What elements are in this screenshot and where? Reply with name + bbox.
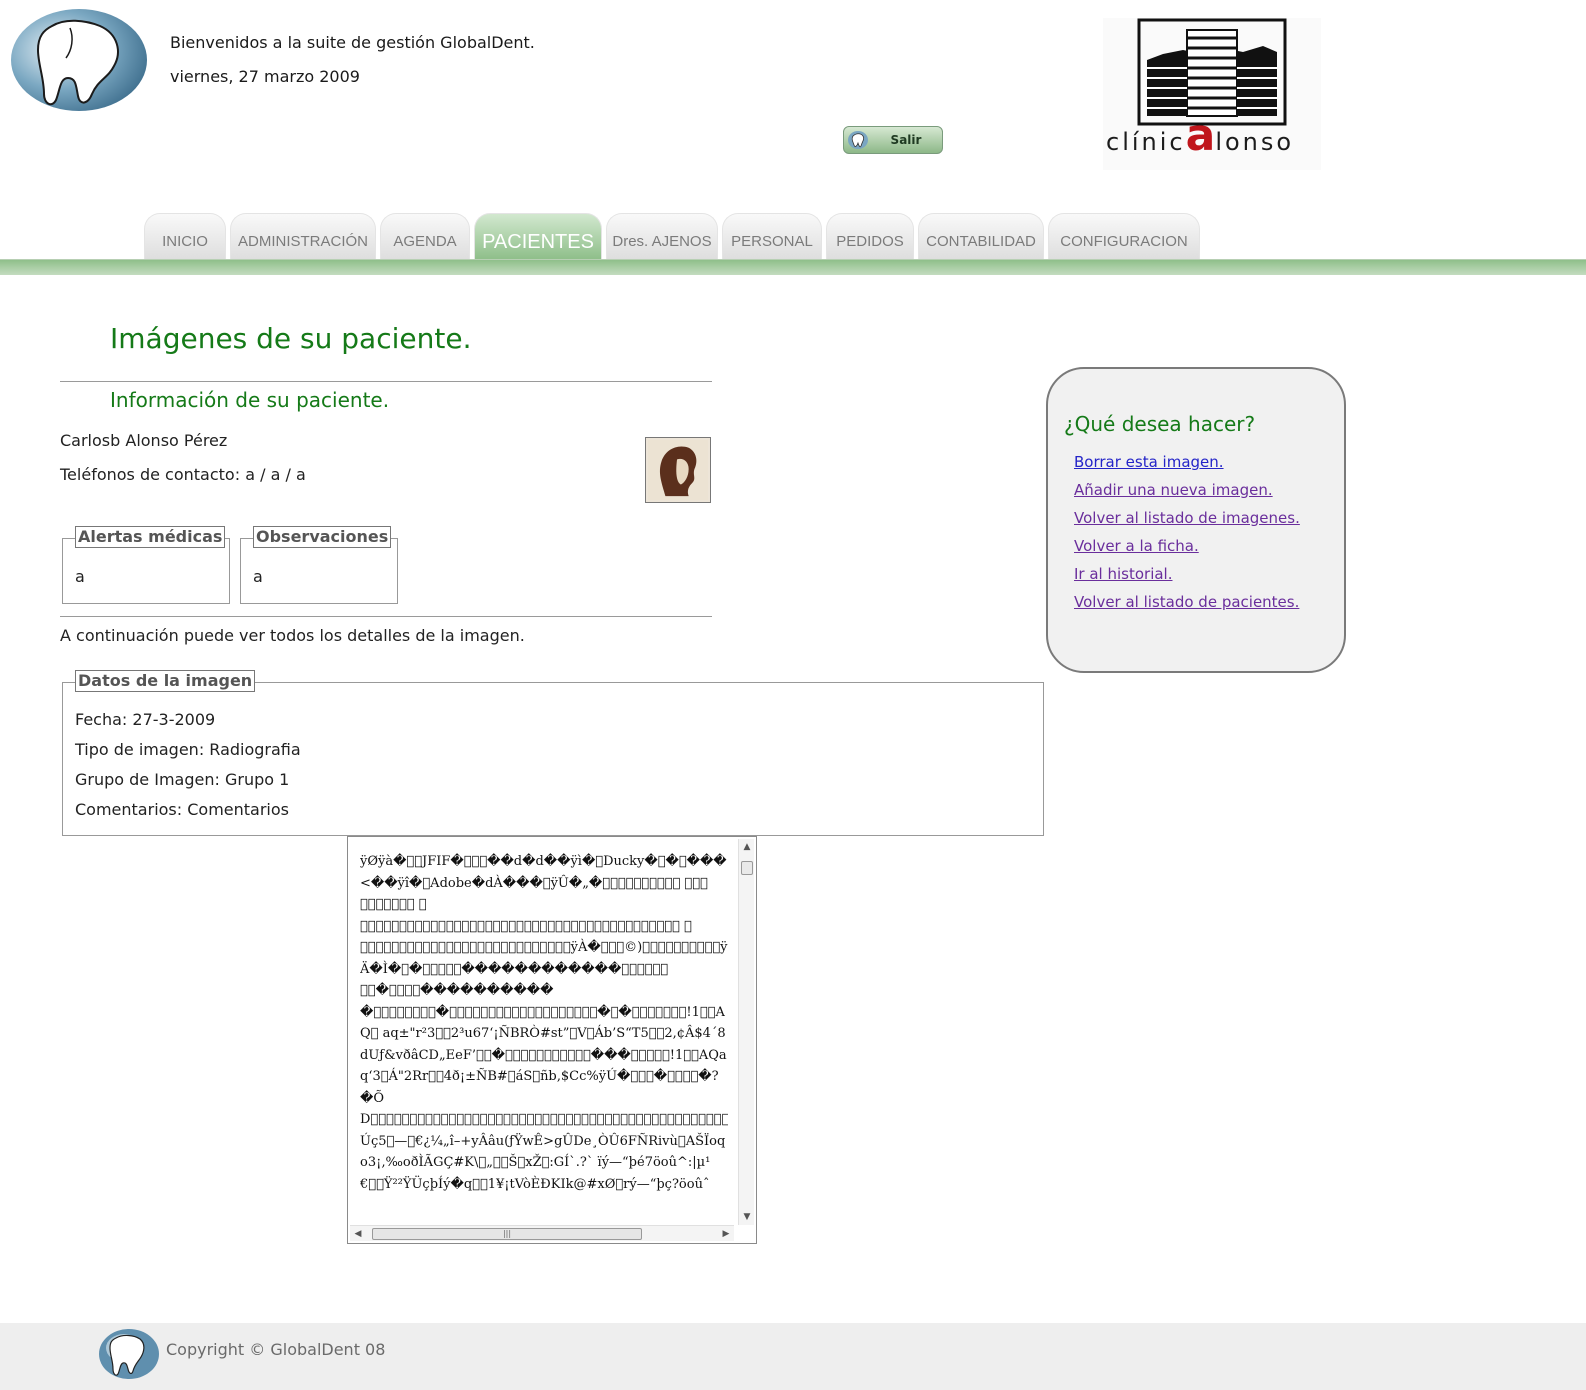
tab-configuracion[interactable]: CONFIGURACION xyxy=(1048,213,1200,259)
tab-contabilidad[interactable]: CONTABILIDAD xyxy=(918,213,1044,259)
image-frame[interactable]: ÿØÿà� JFIF� ��d�d��ÿì�Ducky�����<�… xyxy=(347,836,757,1244)
vertical-scrollbar[interactable]: ▲ ▼ xyxy=(738,839,754,1225)
alerts-legend: Alertas médicas xyxy=(75,526,226,548)
footer: Copyright © GlobalDent 08 xyxy=(0,1323,1586,1390)
image-date: Fecha: 27-3-2009 xyxy=(75,710,216,729)
scroll-left-arrow-icon[interactable]: ◀ xyxy=(350,1226,366,1242)
observations-box: Observaciones a xyxy=(240,526,398,604)
logout-label: Salir xyxy=(890,133,922,147)
alerts-box: Alertas médicas a xyxy=(62,526,230,604)
observations-legend: Observaciones xyxy=(253,526,392,548)
horizontal-scroll-thumb[interactable]: ||| xyxy=(372,1228,642,1240)
tab-inicio[interactable]: INICIO xyxy=(144,213,226,259)
current-date: viernes, 27 marzo 2009 xyxy=(170,67,360,86)
image-type: Tipo de imagen: Radiografia xyxy=(75,740,301,759)
patient-photo xyxy=(645,437,711,503)
tab-personal[interactable]: PERSONAL xyxy=(722,213,822,259)
clinic-name-post: lonso xyxy=(1215,128,1295,156)
back-to-images-link[interactable]: Volver al listado de imagenes. xyxy=(1074,509,1300,527)
back-to-record-link[interactable]: Volver a la ficha. xyxy=(1074,537,1199,555)
tab-pedidos[interactable]: PEDIDOS xyxy=(826,213,914,259)
delete-image-link[interactable]: Borrar esta imagen. xyxy=(1074,453,1224,471)
logout-button[interactable]: Salir xyxy=(843,126,943,154)
divider xyxy=(60,381,712,382)
image-data-box: Datos de la imagen Fecha: 27-3-2009 Tipo… xyxy=(62,670,1044,836)
clinic-name: clínicalonso xyxy=(1106,114,1326,158)
history-link[interactable]: Ir al historial. xyxy=(1074,565,1173,583)
phones-label: Teléfonos de contacto: xyxy=(60,465,241,484)
raw-image-text: ÿØÿà� JFIF� ��d�d��ÿì�Ducky�����<�… xyxy=(360,854,728,1192)
phones-value: a / a / a xyxy=(245,465,306,484)
actions-panel: ¿Qué desea hacer? Borrar esta imagen. Añ… xyxy=(1046,367,1346,673)
image-group: Grupo de Imagen: Grupo 1 xyxy=(75,770,290,789)
observations-value: a xyxy=(253,567,263,586)
tab-pacientes[interactable]: PACIENTES xyxy=(474,213,602,259)
alerts-value: a xyxy=(75,567,85,586)
page-title: Imágenes de su paciente. xyxy=(110,322,472,355)
continue-text: A continuación puede ver todos los detal… xyxy=(60,626,525,645)
scroll-down-arrow-icon[interactable]: ▼ xyxy=(739,1209,755,1225)
back-to-patients-link[interactable]: Volver al listado de pacientes. xyxy=(1074,593,1299,611)
welcome-message: Bienvenidos a la suite de gestión Global… xyxy=(170,33,535,52)
nav-bar xyxy=(0,259,1586,275)
patient-name: Carlosb Alonso Pérez xyxy=(60,431,228,450)
globaldent-footer-logo xyxy=(99,1329,159,1379)
tooth-icon xyxy=(848,131,868,149)
tab-administracion[interactable]: ADMINISTRACIÓN xyxy=(230,213,376,259)
scroll-up-arrow-icon[interactable]: ▲ xyxy=(739,839,755,855)
tab-dres-ajenos[interactable]: Dres. AJENOS xyxy=(606,213,718,259)
image-data-legend: Datos de la imagen xyxy=(75,670,256,692)
clinic-name-a: a xyxy=(1185,110,1216,161)
scroll-right-arrow-icon[interactable]: ▶ xyxy=(718,1226,734,1242)
image-comments: Comentarios: Comentarios xyxy=(75,800,289,819)
main-nav: INICIO ADMINISTRACIÓN AGENDA PACIENTES D… xyxy=(0,213,1586,275)
patient-section-title: Información de su paciente. xyxy=(110,388,390,412)
divider xyxy=(60,616,712,617)
globaldent-logo xyxy=(11,9,147,111)
vertical-scroll-thumb[interactable] xyxy=(741,861,753,875)
clinic-name-pre: clínic xyxy=(1106,128,1186,156)
patient-phones: Teléfonos de contacto: a / a / a xyxy=(60,465,306,484)
add-image-link[interactable]: Añadir una nueva imagen. xyxy=(1074,481,1273,499)
tab-agenda[interactable]: AGENDA xyxy=(380,213,470,259)
horizontal-scrollbar[interactable]: ◀ ||| ▶ xyxy=(350,1225,734,1241)
actions-title: ¿Qué desea hacer? xyxy=(1064,412,1256,436)
copyright-text: Copyright © GlobalDent 08 xyxy=(166,1340,386,1359)
